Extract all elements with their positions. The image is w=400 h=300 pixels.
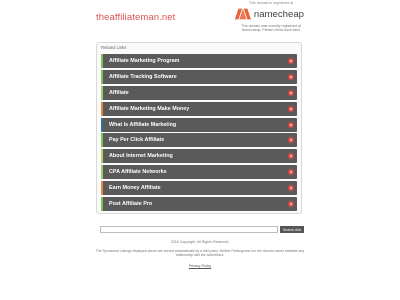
- related-link-item[interactable]: Pay Per Click Affiliate: [101, 133, 297, 148]
- related-link-label: Pay Per Click Affiliate: [109, 137, 165, 144]
- play-circle-icon[interactable]: [288, 58, 294, 64]
- related-link-item[interactable]: What Is Affiliate Marketing: [101, 117, 297, 132]
- play-circle-icon[interactable]: [288, 201, 294, 208]
- link-color-stripe: [101, 149, 103, 164]
- related-link-item[interactable]: Affiliate Tracking Software: [101, 69, 297, 84]
- namecheap-logo-text: namecheap: [253, 8, 304, 20]
- related-link-label: About Internet Marketing: [109, 153, 173, 160]
- play-circle-icon[interactable]: [288, 137, 294, 144]
- link-color-stripe: [101, 165, 103, 180]
- related-link-label: Affiliate: [109, 89, 129, 96]
- namecheap-logo[interactable]: namecheap: [234, 7, 304, 21]
- related-links-title: Related Links: [101, 45, 127, 50]
- registrar-description: This domain was recently registered at N…: [238, 24, 304, 33]
- play-circle-icon[interactable]: [288, 105, 294, 112]
- related-link-label: Earn Money Affiliate: [109, 185, 161, 192]
- privacy-policy-link[interactable]: Privacy Policy: [0, 264, 400, 268]
- registrar-notice: This domain is registered at: [248, 1, 294, 5]
- related-links-panel: Related Links Affiliate Marketing Progra…: [96, 42, 302, 214]
- play-circle-icon[interactable]: [288, 121, 294, 128]
- related-link-label: Affiliate Marketing Make Money: [109, 105, 190, 112]
- namecheap-logo-icon: [234, 8, 251, 20]
- registrar-description-line2: Namecheap. Please check back later!: [241, 28, 301, 33]
- play-circle-icon[interactable]: [288, 89, 294, 96]
- related-link-item[interactable]: Earn Money Affiliate: [101, 181, 297, 196]
- play-circle-icon[interactable]: [288, 153, 294, 160]
- search-bar: Search Ads: [100, 226, 304, 233]
- related-link-item[interactable]: About Internet Marketing: [101, 149, 297, 164]
- related-link-label: Affiliate Marketing Program: [109, 58, 180, 64]
- related-link-label: What Is Affiliate Marketing: [109, 121, 177, 128]
- related-link-item[interactable]: Affiliate Marketing Program: [101, 54, 297, 68]
- related-link-label: Affiliate Tracking Software: [109, 73, 177, 80]
- search-input[interactable]: [100, 226, 278, 233]
- related-links-list: Affiliate Marketing Program Affiliate Tra…: [101, 54, 297, 213]
- search-ads-button[interactable]: Search Ads: [280, 226, 304, 233]
- link-color-stripe: [101, 197, 103, 212]
- link-color-stripe: [101, 181, 103, 196]
- play-circle-icon[interactable]: [288, 169, 294, 176]
- disclaimer-text: The Sponsored Listings displayed above a…: [70, 249, 330, 258]
- registrar-banner[interactable]: This domain is registered at namecheap T…: [234, 1, 304, 33]
- related-link-item[interactable]: CPA Affiliate Networks: [101, 165, 297, 180]
- link-color-stripe: [101, 54, 103, 68]
- copyright-text: 2016 Copyright. All Rights Reserved.: [170, 240, 230, 244]
- link-color-stripe: [101, 69, 103, 84]
- play-circle-icon[interactable]: [288, 185, 294, 192]
- related-link-item[interactable]: Post Affiliate Pro: [101, 197, 297, 212]
- domain-title: theaffiliateman.net: [96, 12, 176, 23]
- link-color-stripe: [101, 133, 103, 148]
- related-link-label: Post Affiliate Pro: [109, 201, 153, 208]
- related-link-item[interactable]: Affiliate Marketing Make Money: [101, 101, 297, 116]
- related-link-item[interactable]: Affiliate: [101, 85, 297, 100]
- link-color-stripe: [101, 117, 103, 132]
- link-color-stripe: [101, 101, 103, 116]
- play-circle-icon[interactable]: [288, 73, 294, 80]
- link-color-stripe: [101, 85, 103, 100]
- related-link-label: CPA Affiliate Networks: [109, 169, 167, 176]
- disclaimer-line2: relationship with the advertisers.: [175, 253, 225, 258]
